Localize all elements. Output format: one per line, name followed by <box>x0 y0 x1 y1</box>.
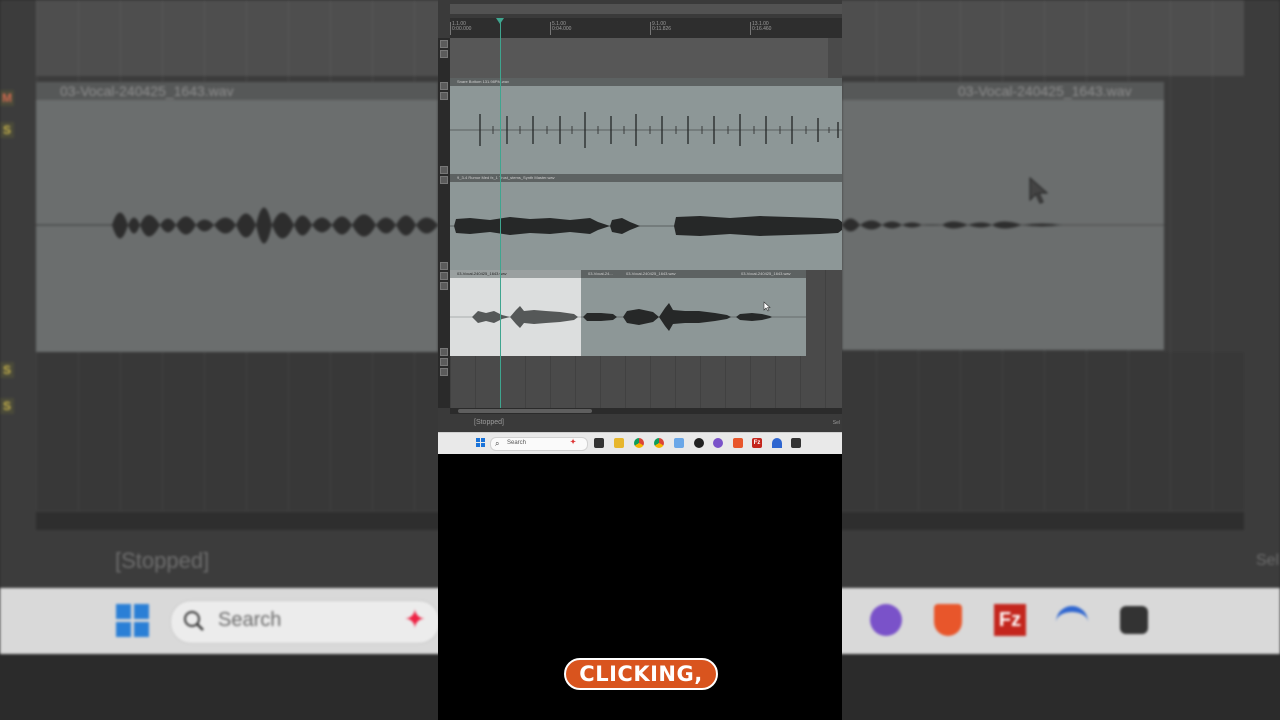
chrome-icon[interactable] <box>634 438 644 448</box>
ruler-time-label: 0:04.000 <box>552 26 572 32</box>
waveform <box>619 303 734 331</box>
audio-item-vocal-3[interactable]: 03-Vocal-240425_1643.wav <box>619 270 734 356</box>
track-button[interactable] <box>440 82 448 90</box>
waveform <box>450 216 842 236</box>
file-explorer-icon[interactable] <box>594 438 604 448</box>
bg-nordvpn-icon <box>1056 606 1088 634</box>
audio-item-vocal-4[interactable]: 03-Vocal-240425_1643.wav <box>734 270 806 356</box>
tor-icon[interactable] <box>713 438 723 448</box>
video-frame: 1.1.00 0:00.000 5.1.00 0:04.000 9.1.00 0:11… <box>438 0 842 720</box>
bg-waveform-right <box>842 218 1164 232</box>
timeline-ruler[interactable]: 1.1.00 0:00.000 5.1.00 0:04.000 9.1.00 0:11… <box>450 18 842 39</box>
bg-search-label: Search <box>218 609 282 631</box>
bg-filezilla-icon: Fz <box>994 604 1026 636</box>
bg-solo-button-2: S <box>0 362 14 378</box>
chrome-alt-icon[interactable] <box>654 438 664 448</box>
ruler-tick: 9.1.00 0:11.826 <box>650 22 671 35</box>
track-button[interactable] <box>440 272 448 280</box>
track-button[interactable] <box>440 368 448 376</box>
waveform <box>581 313 619 321</box>
bg-windows-start-icon <box>116 604 149 637</box>
waveform <box>450 306 581 328</box>
playhead-cursor[interactable] <box>500 18 501 408</box>
item-title: 03-Vocal-240425_1643.wav <box>734 270 806 278</box>
transport-status-bar: [Stopped] Sel <box>438 414 842 432</box>
item-title: 9_3-4 Rumor Med fx_1 Trust_stems_Synth M… <box>450 174 842 182</box>
transport-status: [Stopped] <box>474 419 504 426</box>
taskbar-search-label: Search <box>507 440 527 446</box>
track-button[interactable] <box>440 176 448 184</box>
folder-icon[interactable] <box>614 438 624 448</box>
bg-item-title-left: 03-Vocal-240425_1643.wav <box>60 83 234 99</box>
item-title: 03-Vocal-24... <box>581 270 619 278</box>
search-icon: ⌕ <box>495 439 500 448</box>
track-button[interactable] <box>440 40 448 48</box>
bg-tor-icon <box>870 604 902 636</box>
bg-brave-icon <box>934 604 962 636</box>
ruler-time-label: 0:11.826 <box>652 26 672 32</box>
windows-start-icon[interactable] <box>476 438 486 448</box>
track-button[interactable] <box>440 358 448 366</box>
track-control-panel <box>438 38 450 408</box>
track-button[interactable] <box>440 50 448 58</box>
item-title: 03-Vocal-240425_1643.wav <box>619 270 734 278</box>
bg-resolve-icon <box>1120 606 1148 634</box>
filezilla-icon[interactable]: Fz <box>752 438 762 448</box>
bg-sel-text: Sel <box>1256 552 1280 569</box>
playhead-marker-icon <box>496 18 504 24</box>
caption-subtitle: CLICKING, <box>564 658 718 690</box>
audio-item-synth[interactable]: 9_3-4 Rumor Med fx_1 Trust_stems_Synth M… <box>450 174 842 270</box>
bg-search-icon <box>184 611 204 631</box>
bg-search-box <box>170 600 440 644</box>
ruler-tick: 5.1.00 0:04.000 <box>550 22 571 35</box>
bg-widgets-icon: ✦ <box>404 604 426 634</box>
waveform <box>450 112 842 148</box>
track-button[interactable] <box>440 92 448 100</box>
item-title: 03-Vocal-240425_1643.wav <box>450 270 581 278</box>
selection-label: Sel <box>832 420 840 426</box>
snipping-icon[interactable] <box>674 438 684 448</box>
waveform <box>734 313 806 321</box>
resolve-icon[interactable] <box>791 438 801 448</box>
track-button[interactable] <box>440 262 448 270</box>
track-button[interactable] <box>440 282 448 290</box>
track-button[interactable] <box>440 166 448 174</box>
audio-item-vocal-2[interactable]: 03-Vocal-24... <box>581 270 619 356</box>
ruler-tick: 13.1.00 0:16.460 <box>750 22 771 35</box>
reaper-window: 1.1.00 0:00.000 5.1.00 0:04.000 9.1.00 0:11… <box>438 0 842 432</box>
davinci-icon[interactable] <box>694 438 704 448</box>
brave-icon[interactable] <box>733 438 743 448</box>
mouse-cursor-icon <box>763 301 771 312</box>
ruler-time-label: 0:16.460 <box>752 26 772 32</box>
scrollbar-thumb[interactable] <box>458 409 592 413</box>
audio-item-vocal-selected[interactable]: 03-Vocal-240425_1643.wav <box>450 270 581 356</box>
bg-mouse-cursor-icon <box>1029 176 1049 204</box>
bg-solo-button-3: S <box>0 398 14 414</box>
ruler-time-label: 0:00.000 <box>452 26 472 32</box>
bg-item-title-right: 03-Vocal-240425_1643.wav <box>958 83 1132 99</box>
ruler-tick: 1.1.00 0:00.000 <box>450 22 471 35</box>
track-button[interactable] <box>440 348 448 356</box>
bg-waveform-left <box>36 207 438 244</box>
nordvpn-icon[interactable] <box>772 438 782 448</box>
bg-mute-button: M <box>0 90 14 106</box>
windows-taskbar: ⌕ Search ✦ Fz <box>438 432 842 454</box>
widgets-icon[interactable]: ✦ <box>568 438 578 448</box>
bg-solo-button-1: S <box>0 122 14 138</box>
item-title: Snare Bottom 131.98PM.wav <box>450 78 842 86</box>
audio-item-snare[interactable]: Snare Bottom 131.98PM.wav <box>450 78 842 174</box>
bg-status-text: [Stopped] <box>115 548 210 573</box>
